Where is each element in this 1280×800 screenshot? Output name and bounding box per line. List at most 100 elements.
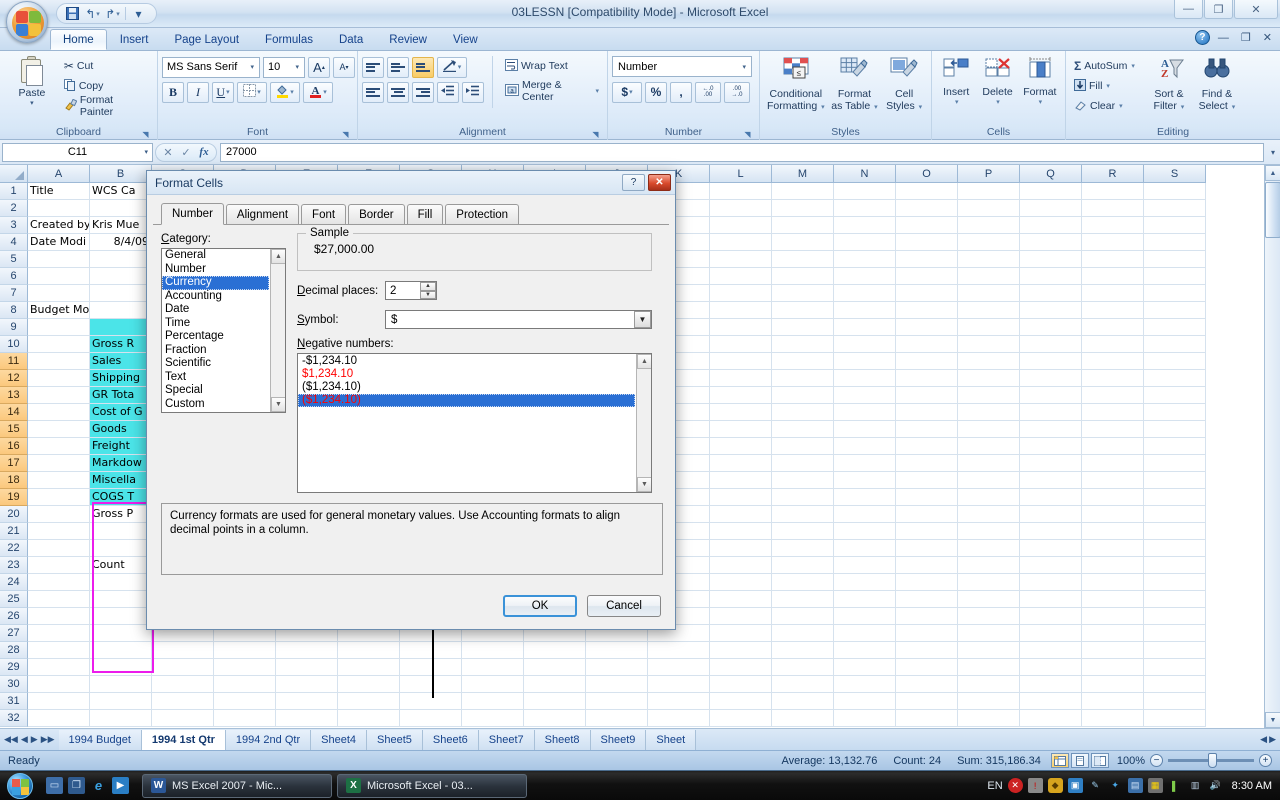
cell-L9[interactable] xyxy=(710,319,772,336)
column-header-M[interactable]: M xyxy=(772,165,834,183)
cell-R10[interactable] xyxy=(1082,336,1144,353)
clipboard-dialog-launcher[interactable]: ◥ xyxy=(140,129,151,140)
vertical-scroll-thumb[interactable] xyxy=(1265,182,1280,238)
cell-L5[interactable] xyxy=(710,251,772,268)
cell-N6[interactable] xyxy=(834,268,896,285)
cell-Q9[interactable] xyxy=(1020,319,1082,336)
column-header-B[interactable]: B xyxy=(90,165,152,183)
media-player-icon[interactable]: ▶ xyxy=(112,777,129,794)
first-sheet-button[interactable]: ◀◀ xyxy=(4,734,18,745)
cell-Q31[interactable] xyxy=(1020,693,1082,710)
cell-K31[interactable] xyxy=(648,693,710,710)
cell-L1[interactable] xyxy=(710,183,772,200)
cell-L21[interactable] xyxy=(710,523,772,540)
cell-B27[interactable] xyxy=(90,625,152,642)
row-header-4[interactable]: 4 xyxy=(0,234,28,251)
dialog-tab-fill[interactable]: Fill xyxy=(406,204,444,224)
cell-N3[interactable] xyxy=(834,217,896,234)
cell-S15[interactable] xyxy=(1144,421,1206,438)
cell-N15[interactable] xyxy=(834,421,896,438)
cell-N9[interactable] xyxy=(834,319,896,336)
cell-S18[interactable] xyxy=(1144,472,1206,489)
cell-C28[interactable] xyxy=(152,642,214,659)
formula-input[interactable]: 27000 xyxy=(220,142,1264,162)
cell-R20[interactable] xyxy=(1082,506,1144,523)
cell-M28[interactable] xyxy=(772,642,834,659)
shrink-font-button[interactable]: A ▾ xyxy=(333,56,355,78)
cell-N1[interactable] xyxy=(834,183,896,200)
cell-I29[interactable] xyxy=(524,659,586,676)
cell-O24[interactable] xyxy=(896,574,958,591)
row-header-18[interactable]: 18 xyxy=(0,472,28,489)
cell-M6[interactable] xyxy=(772,268,834,285)
cell-A17[interactable] xyxy=(28,455,90,472)
row-header-11[interactable]: 11 xyxy=(0,353,28,370)
cell-R1[interactable] xyxy=(1082,183,1144,200)
cell-A15[interactable] xyxy=(28,421,90,438)
cell-R24[interactable] xyxy=(1082,574,1144,591)
help-icon[interactable]: ? xyxy=(1194,30,1210,45)
cell-S11[interactable] xyxy=(1144,353,1206,370)
cell-B15[interactable]: Goods xyxy=(90,421,152,438)
sheet-tab-1994-budget[interactable]: 1994 Budget xyxy=(58,729,142,750)
cell-M24[interactable] xyxy=(772,574,834,591)
cell-Q20[interactable] xyxy=(1020,506,1082,523)
cell-L2[interactable] xyxy=(710,200,772,217)
cell-O10[interactable] xyxy=(896,336,958,353)
page-layout-view-button[interactable] xyxy=(1070,753,1089,768)
cell-B32[interactable] xyxy=(90,710,152,727)
cell-S27[interactable] xyxy=(1144,625,1206,642)
cell-N29[interactable] xyxy=(834,659,896,676)
cell-R13[interactable] xyxy=(1082,387,1144,404)
cell-R5[interactable] xyxy=(1082,251,1144,268)
cell-Q10[interactable] xyxy=(1020,336,1082,353)
category-item-fraction[interactable]: Fraction xyxy=(162,344,269,358)
cell-S16[interactable] xyxy=(1144,438,1206,455)
cell-N5[interactable] xyxy=(834,251,896,268)
workbook-restore-button[interactable]: ❐ xyxy=(1237,31,1255,44)
cell-S22[interactable] xyxy=(1144,540,1206,557)
select-all-button[interactable] xyxy=(0,165,28,183)
cell-N28[interactable] xyxy=(834,642,896,659)
row-header-6[interactable]: 6 xyxy=(0,268,28,285)
cell-E28[interactable] xyxy=(276,642,338,659)
cell-Q16[interactable] xyxy=(1020,438,1082,455)
font-dialog-launcher[interactable]: ◥ xyxy=(340,129,351,140)
row-header-28[interactable]: 28 xyxy=(0,642,28,659)
cell-M9[interactable] xyxy=(772,319,834,336)
tab-data[interactable]: Data xyxy=(326,29,376,50)
comma-format-button[interactable]: , xyxy=(670,81,692,103)
column-header-N[interactable]: N xyxy=(834,165,896,183)
cell-P14[interactable] xyxy=(958,404,1020,421)
cell-Q13[interactable] xyxy=(1020,387,1082,404)
cell-M29[interactable] xyxy=(772,659,834,676)
cell-N31[interactable] xyxy=(834,693,896,710)
dialog-tab-number[interactable]: Number xyxy=(161,203,224,225)
cell-O26[interactable] xyxy=(896,608,958,625)
tab-home[interactable]: Home xyxy=(50,29,107,50)
cell-L25[interactable] xyxy=(710,591,772,608)
cell-R32[interactable] xyxy=(1082,710,1144,727)
cell-S26[interactable] xyxy=(1144,608,1206,625)
security-alert-icon[interactable]: ✕ xyxy=(1007,778,1023,793)
internet-explorer-icon[interactable]: e xyxy=(90,777,107,794)
cell-N17[interactable] xyxy=(834,455,896,472)
sheet-tab-sheet7[interactable]: Sheet7 xyxy=(478,729,535,750)
cell-L26[interactable] xyxy=(710,608,772,625)
sheet-tab-1994-1st-qtr[interactable]: 1994 1st Qtr xyxy=(141,729,226,750)
cell-A26[interactable] xyxy=(28,608,90,625)
cell-O17[interactable] xyxy=(896,455,958,472)
cell-C30[interactable] xyxy=(152,676,214,693)
cell-F30[interactable] xyxy=(338,676,400,693)
cell-A20[interactable] xyxy=(28,506,90,523)
cell-O18[interactable] xyxy=(896,472,958,489)
cell-B12[interactable]: Shipping xyxy=(90,370,152,387)
tab-scroll-left-icon[interactable]: ◀ xyxy=(1260,734,1267,745)
decimal-places-stepper[interactable]: ▲ ▼ xyxy=(420,282,436,299)
sheet-tab-sheet5[interactable]: Sheet5 xyxy=(367,729,423,750)
cell-R28[interactable] xyxy=(1082,642,1144,659)
cell-B5[interactable] xyxy=(90,251,152,268)
cell-M10[interactable] xyxy=(772,336,834,353)
prev-sheet-button[interactable]: ◀ xyxy=(21,734,28,745)
cell-N23[interactable] xyxy=(834,557,896,574)
